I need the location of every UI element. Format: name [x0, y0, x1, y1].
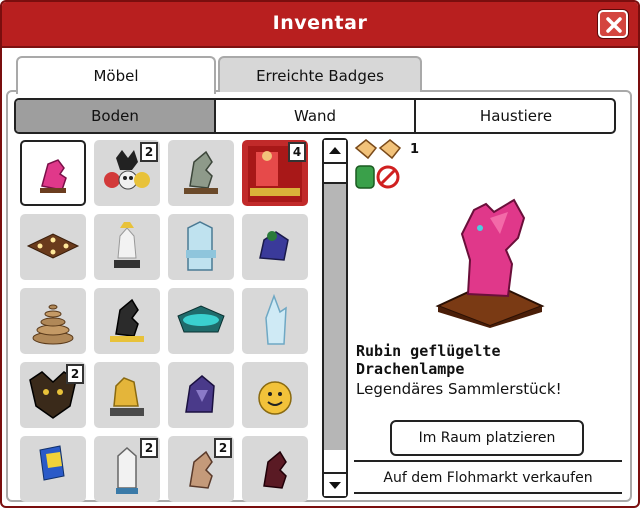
grid-slot-black-dragon-head[interactable]: 2	[20, 362, 86, 428]
item-count-badge: 2	[140, 438, 158, 458]
teal-bowl-icon	[177, 305, 225, 333]
brown-tile-icon	[26, 233, 80, 259]
grid-slot-pink-dragon-bust[interactable]	[20, 140, 86, 206]
item-grid: 2 4 2 2 2	[18, 138, 314, 502]
scroll-thumb[interactable]	[324, 164, 346, 184]
item-count-badge: 2	[140, 142, 158, 162]
grid-slot-dark-red-dragon-bust[interactable]	[242, 436, 308, 502]
tab-furniture[interactable]: Möbel	[16, 56, 216, 94]
grid-slot-purple-dragon[interactable]	[168, 362, 234, 428]
coiled-rope-icon	[32, 304, 74, 345]
grid-slot-ice-throne[interactable]	[168, 214, 234, 280]
grid-slot-grey-dragon-statue[interactable]	[168, 140, 234, 206]
scroll-down-button[interactable]	[324, 472, 346, 496]
grey-dragon-icon	[184, 150, 218, 194]
item-count-badge: 4	[288, 142, 306, 162]
grid-slot-skull-totem[interactable]: 2	[94, 140, 160, 206]
grid-slot-golden-lion-statue[interactable]	[94, 362, 160, 428]
ice-crystal-icon	[265, 293, 287, 345]
angel-statue-icon	[114, 222, 140, 268]
tab-floor[interactable]: Boden	[16, 100, 216, 132]
tab-pets[interactable]: Haustiere	[416, 100, 614, 132]
grid-slot-yellow-smiley-creature[interactable]	[242, 362, 308, 428]
divider	[354, 460, 622, 462]
tradeable-handshake-icon	[354, 139, 402, 189]
pink-dragon-icon	[40, 159, 67, 193]
close-icon	[606, 17, 622, 33]
scroll-up-button[interactable]	[324, 140, 346, 164]
arrow-up-icon	[329, 147, 341, 154]
grid-slot-white-statue[interactable]: 2	[94, 436, 160, 502]
tab-badges[interactable]: Erreichte Badges	[218, 56, 422, 92]
grid-slot-red-costume-display[interactable]: 4	[242, 140, 308, 206]
grid-slot-brown-dragon-bust[interactable]: 2	[168, 436, 234, 502]
grid-slot-ice-crystal[interactable]	[242, 288, 308, 354]
item-description: Legendäres Sammlerstück!	[356, 380, 562, 398]
item-preview	[428, 198, 552, 332]
blue-dragon-icon	[259, 231, 289, 261]
window-title: Inventar	[272, 12, 368, 34]
ice-throne-icon	[186, 221, 216, 271]
place-in-room-button[interactable]: Im Raum platzieren	[390, 420, 584, 456]
flag-figure-icon	[39, 445, 65, 481]
item-name: Rubin geflügelte Drachenlampe	[356, 342, 501, 378]
stack-count: 1	[410, 142, 420, 157]
golden-lion-icon	[110, 377, 144, 416]
grid-slot-brown-lit-tile[interactable]	[20, 214, 86, 280]
tab-wall[interactable]: Wand	[216, 100, 416, 132]
arrow-down-icon	[329, 482, 341, 489]
scroll-track[interactable]	[324, 184, 346, 450]
grid-slot-coiled-rope[interactable]	[20, 288, 86, 354]
purple-dragon-icon	[185, 375, 215, 413]
item-count-badge: 2	[66, 364, 84, 384]
grid-scrollbar[interactable]	[322, 138, 348, 498]
grid-slot-blue-yellow-flag-figure[interactable]	[20, 436, 86, 502]
grid-slot-teal-bowl[interactable]	[168, 288, 234, 354]
category-tabs: Boden Wand Haustiere	[14, 98, 616, 134]
grid-slot-black-dragon-bust[interactable]	[94, 288, 160, 354]
smiley-creature-icon	[258, 381, 292, 415]
inventory-window: Inventar Möbel Erreichte Badges Boden Wa…	[0, 0, 640, 508]
black-dragon-icon	[110, 298, 144, 342]
item-permissions	[354, 138, 406, 194]
ruby-dragon-lamp-image	[435, 198, 545, 328]
dark-red-dragon-icon	[263, 450, 287, 489]
sell-on-marketplace-button[interactable]: Auf dem Flohmarkt verkaufen	[354, 464, 622, 494]
title-bar[interactable]: Inventar	[2, 2, 638, 48]
item-detail-panel: 1 Rubin geflügelte Drachenlampe Legendär…	[354, 138, 624, 502]
grid-slot-white-angel-statue[interactable]	[94, 214, 160, 280]
close-button[interactable]	[598, 10, 628, 38]
item-count-badge: 2	[214, 438, 232, 458]
grid-slot-blue-dragon-figure[interactable]	[242, 214, 308, 280]
